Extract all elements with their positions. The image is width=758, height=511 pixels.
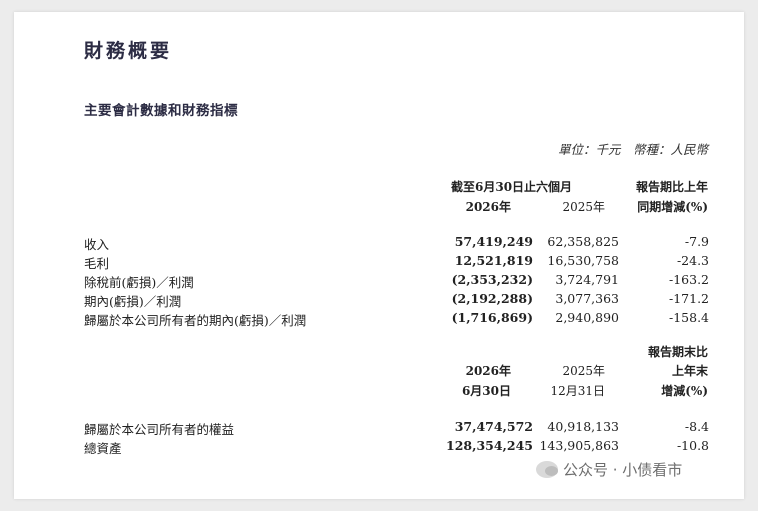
- balance-col2-header-line2: 12月31日: [550, 384, 605, 398]
- period-col3-header-line2: 同期增減(%): [637, 200, 708, 214]
- page-title: 財務概要: [84, 40, 173, 62]
- value-2025: 16,530,758: [547, 253, 619, 268]
- row-label: 歸屬於本公司所有者的期內(虧損)／利潤: [84, 313, 307, 328]
- period-header-group: 截至6月30日止六個月: [451, 180, 573, 194]
- wechat-bubble-icon: [536, 461, 558, 478]
- value-2025: 143,905,863: [539, 438, 619, 453]
- document-page: 財務概要 主要會計數據和財務指標 單位：千元 幣種：人民幣 截至6月30日止六個…: [14, 12, 744, 499]
- table-row: 總資產 128,354,245 143,905,863 -10.8: [84, 438, 709, 457]
- table-row: 歸屬於本公司所有者的權益 37,474,572 40,918,133 -8.4: [84, 419, 709, 438]
- value-2025: 3,724,791: [555, 272, 619, 287]
- table-row: 收入 57,419,249 62,358,825 -7.9: [84, 234, 709, 253]
- value-2026: 57,419,249: [454, 234, 533, 249]
- value-2025: 2,940,890: [555, 310, 619, 325]
- value-2025: 62,358,825: [547, 234, 619, 249]
- value-change: -7.9: [684, 234, 709, 249]
- value-change: -158.4: [668, 310, 709, 325]
- value-2026: (2,353,232): [451, 272, 533, 287]
- table-row: 歸屬於本公司所有者的期內(虧損)／利潤 (1,716,869) 2,940,89…: [84, 310, 709, 329]
- value-2026: 37,474,572: [454, 419, 533, 434]
- watermark: 公众号 · 小债看市: [536, 459, 682, 480]
- table-row: 毛利 12,521,819 16,530,758 -24.3: [84, 253, 709, 272]
- balance-col1-header-line1: 2026年: [465, 364, 511, 378]
- unit-note: 單位：千元 幣種：人民幣: [557, 142, 708, 157]
- row-label: 收入: [84, 237, 110, 252]
- value-2026: 12,521,819: [454, 253, 533, 268]
- balance-col2-header-line1: 2025年: [562, 364, 605, 378]
- value-change: -171.2: [668, 291, 709, 306]
- watermark-text: 公众号 · 小债看市: [563, 461, 683, 479]
- value-2026: (2,192,288): [451, 291, 533, 306]
- table-row: 期內(虧損)／利潤 (2,192,288) 3,077,363 -171.2: [84, 291, 709, 310]
- value-change: -163.2: [668, 272, 709, 287]
- balance-col3-header-line1: 報告期末比: [647, 345, 708, 359]
- value-change: -8.4: [684, 419, 709, 434]
- period-col1-header: 2026年: [465, 200, 511, 214]
- balance-col3-header-line2: 上年末: [671, 364, 708, 378]
- balance-col3-header-line3: 增減(%): [661, 384, 708, 398]
- row-label: 毛利: [84, 256, 110, 271]
- section-subtitle: 主要會計數據和財務指標: [84, 103, 238, 119]
- value-2025: 3,077,363: [555, 291, 619, 306]
- balance-col1-header-line2: 6月30日: [461, 384, 511, 398]
- value-2026: (1,716,869): [451, 310, 533, 325]
- row-label: 總資產: [84, 441, 122, 456]
- value-change: -24.3: [676, 253, 709, 268]
- period-col3-header-line1: 報告期比上年: [635, 180, 708, 194]
- row-label: 期內(虧損)／利潤: [84, 294, 182, 309]
- value-2025: 40,918,133: [547, 419, 619, 434]
- row-label: 歸屬於本公司所有者的權益: [84, 422, 235, 437]
- table-row: 除稅前(虧損)／利潤 (2,353,232) 3,724,791 -163.2: [84, 272, 709, 291]
- value-2026: 128,354,245: [446, 438, 533, 453]
- value-change: -10.8: [676, 438, 709, 453]
- row-label: 除稅前(虧損)／利潤: [84, 275, 194, 290]
- period-col2-header: 2025年: [562, 200, 605, 214]
